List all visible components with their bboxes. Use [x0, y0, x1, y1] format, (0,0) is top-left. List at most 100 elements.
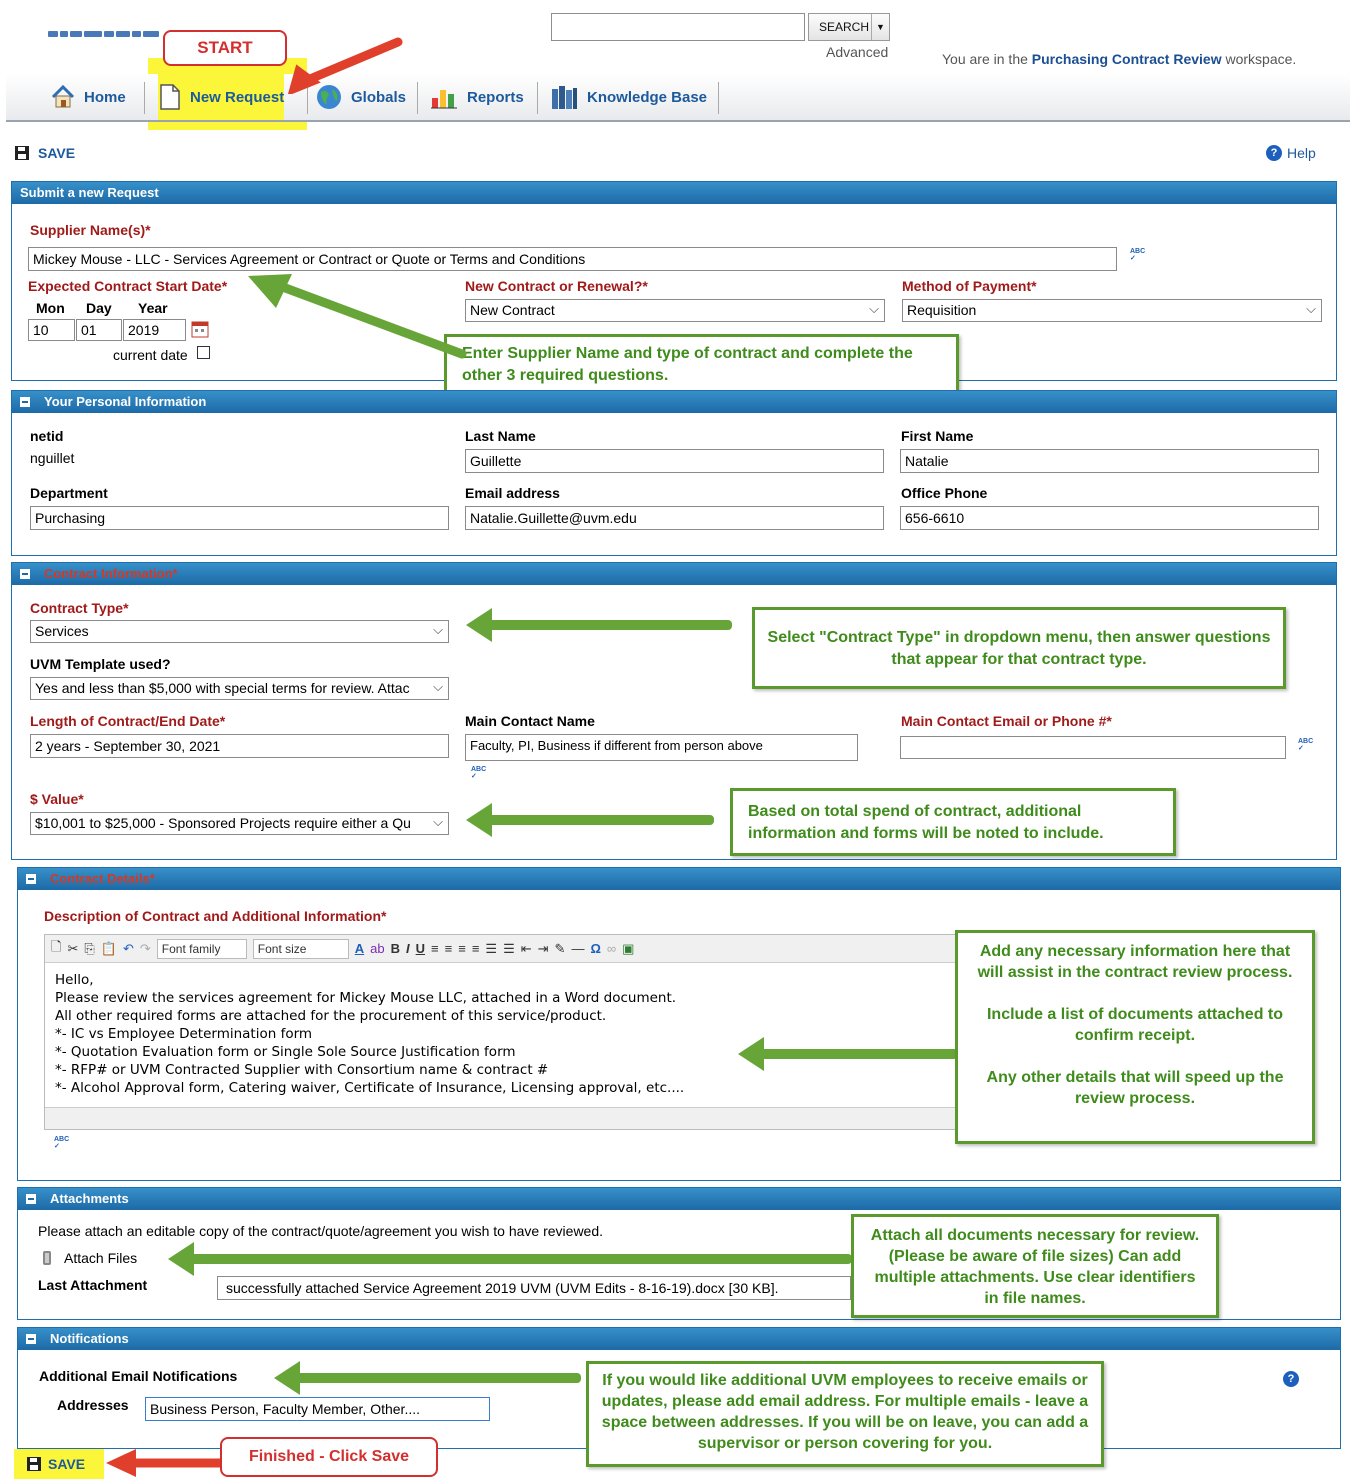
- save-button-bottom[interactable]: SAVE: [14, 1449, 104, 1479]
- email-input[interactable]: Natalie.Guillette@uvm.edu: [465, 506, 884, 530]
- justify-icon[interactable]: ≡: [472, 941, 480, 956]
- supplier-name-input[interactable]: Mickey Mouse - LLC - Services Agreement …: [28, 247, 1117, 271]
- first-name-label: First Name: [901, 428, 974, 444]
- bold-icon[interactable]: B: [391, 941, 400, 956]
- spellcheck-icon[interactable]: ABC ✓: [1298, 738, 1318, 752]
- day-input[interactable]: 01: [76, 319, 122, 341]
- app-logo[interactable]: [48, 24, 163, 37]
- workspace-suffix: workspace.: [1221, 51, 1297, 67]
- current-date-label: current date: [113, 347, 188, 363]
- align-center-icon[interactable]: ≡: [445, 941, 453, 956]
- collapse-icon[interactable]: [20, 397, 30, 407]
- undo-icon[interactable]: ↶: [123, 941, 134, 957]
- department-input[interactable]: Purchasing: [30, 506, 449, 530]
- addresses-input[interactable]: Business Person, Faculty Member, Other..…: [145, 1397, 490, 1421]
- italic-icon[interactable]: I: [406, 941, 410, 956]
- editor-line: *- IC vs Employee Determination form: [55, 1026, 313, 1042]
- last-attachment-value: successfully attached Service Agreement …: [217, 1276, 851, 1300]
- collapse-icon[interactable]: [26, 1334, 36, 1344]
- align-right-icon[interactable]: ≡: [458, 941, 466, 956]
- main-contact-input[interactable]: Faculty, PI, Business if different from …: [465, 734, 858, 761]
- nav-knowledge-base[interactable]: Knowledge Base: [549, 74, 707, 120]
- editor-line: Hello,: [55, 972, 94, 988]
- outdent-icon[interactable]: ⇤: [521, 941, 532, 957]
- help-link[interactable]: ? Help: [1266, 145, 1316, 161]
- spellcheck-icon[interactable]: ABC ✓: [1130, 248, 1150, 262]
- highlight-icon[interactable]: ab: [370, 941, 384, 956]
- department-label: Department: [30, 485, 108, 501]
- renewal-label: New Contract or Renewal?*: [465, 278, 648, 294]
- month-input[interactable]: 10: [28, 319, 75, 341]
- collapse-icon[interactable]: [20, 569, 30, 579]
- year-input[interactable]: 2019: [123, 319, 186, 341]
- search-button[interactable]: SEARCH ▼: [808, 13, 890, 41]
- template-select[interactable]: Yes and less than $5,000 with special te…: [30, 677, 449, 700]
- floppy-disk-icon: [15, 146, 29, 160]
- collapse-icon[interactable]: [26, 1194, 36, 1204]
- length-input[interactable]: 2 years - September 30, 2021: [30, 734, 449, 758]
- main-navbar: Home New Request Globals Reports Knowled…: [6, 74, 1350, 122]
- nav-reports[interactable]: Reports: [429, 74, 524, 120]
- office-phone-input[interactable]: 656-6610: [900, 506, 1319, 530]
- save-button-top[interactable]: SAVE: [14, 145, 75, 161]
- new-document-icon[interactable]: 🗋: [51, 938, 61, 960]
- calendar-icon[interactable]: [191, 320, 209, 338]
- editor-statusbar: [45, 1107, 973, 1129]
- panel-header: Contract Information*: [12, 563, 1336, 585]
- start-callout: START: [163, 30, 287, 66]
- reports-icon: [431, 90, 457, 109]
- home-icon: [51, 84, 75, 108]
- redo-icon[interactable]: ↷: [140, 941, 151, 957]
- align-left-icon[interactable]: ≡: [431, 941, 439, 956]
- contact-email-input[interactable]: [900, 736, 1286, 759]
- value-select[interactable]: $10,001 to $25,000 - Sponsored Projects …: [30, 812, 449, 835]
- new-document-icon: [160, 84, 180, 110]
- image-icon[interactable]: ▣: [622, 941, 634, 957]
- special-char-icon[interactable]: Ω: [590, 941, 600, 956]
- payment-select[interactable]: Requisition: [902, 299, 1322, 322]
- editor-content[interactable]: Hello, Please review the services agreeme…: [45, 963, 973, 1105]
- editor-line: *- Alcohol Approval form, Catering waive…: [55, 1080, 685, 1096]
- office-phone-label: Office Phone: [901, 485, 988, 501]
- collapse-icon[interactable]: [26, 874, 36, 884]
- underline-icon[interactable]: U: [416, 941, 425, 956]
- workspace-name[interactable]: Purchasing Contract Review: [1032, 51, 1222, 67]
- cut-icon[interactable]: ✂: [67, 941, 78, 957]
- nav-divider: [144, 82, 145, 114]
- indent-icon[interactable]: ⇥: [538, 941, 549, 957]
- renewal-select[interactable]: New Contract: [465, 299, 885, 322]
- link-icon[interactable]: ∞: [607, 941, 616, 956]
- panel-header: Submit a new Request: [12, 182, 1336, 204]
- paste-icon[interactable]: 📋: [101, 941, 117, 957]
- length-label: Length of Contract/End Date*: [30, 713, 226, 729]
- search-input[interactable]: [551, 13, 805, 41]
- spellcheck-icon[interactable]: ABC ✓: [54, 1136, 74, 1150]
- spellcheck-icon[interactable]: ABC ✓: [471, 766, 491, 780]
- edit-icon[interactable]: ✎: [555, 941, 566, 957]
- attach-instructions: Please attach an editable copy of the co…: [38, 1223, 604, 1239]
- rich-text-editor: 🗋 ✂ ⎘ 📋 ↶ ↷ Font family Font size A ab B…: [44, 934, 974, 1130]
- details-tip-text-2: Include a list of documents attached to …: [986, 1006, 1284, 1044]
- font-family-select[interactable]: Font family: [156, 938, 247, 959]
- numbered-list-icon[interactable]: ☰: [503, 941, 515, 957]
- first-name-input[interactable]: Natalie: [900, 449, 1319, 473]
- email-label: Email address: [465, 485, 560, 501]
- netid-value: nguillet: [30, 450, 75, 466]
- contract-type-select[interactable]: Services: [30, 620, 449, 643]
- nav-new-request[interactable]: New Request: [158, 74, 285, 120]
- current-date-checkbox[interactable]: [197, 346, 210, 359]
- contract-type-tip-callout: Select "Contract Type" in dropdown menu,…: [752, 607, 1286, 689]
- advanced-search-link[interactable]: Advanced: [826, 44, 888, 60]
- attach-files-link[interactable]: Attach Files: [40, 1249, 137, 1267]
- chevron-down-icon[interactable]: ▼: [871, 14, 889, 40]
- bullet-list-icon[interactable]: ☰: [485, 941, 497, 957]
- text-color-icon[interactable]: A: [355, 941, 364, 956]
- notify-tip-callout: If you would like additional UVM employe…: [586, 1361, 1104, 1467]
- copy-icon[interactable]: ⎘: [84, 941, 94, 957]
- horizontal-rule-icon[interactable]: —: [571, 941, 584, 956]
- last-name-input[interactable]: Guillette: [465, 449, 884, 473]
- panel-header: Contract Details*: [18, 868, 1340, 890]
- help-icon[interactable]: ?: [1283, 1371, 1299, 1387]
- font-size-select[interactable]: Font size: [252, 938, 349, 959]
- nav-home[interactable]: Home: [50, 74, 126, 120]
